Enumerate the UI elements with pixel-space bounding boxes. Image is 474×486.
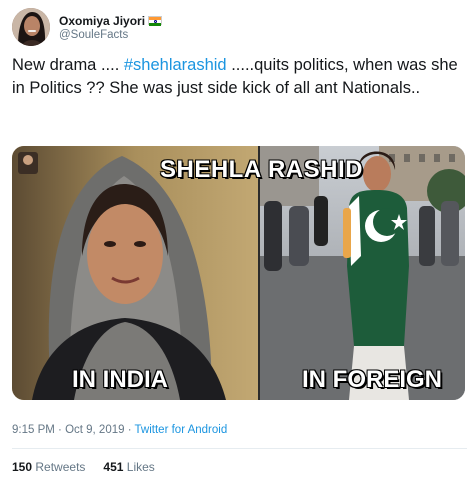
left-photo [12,146,259,400]
media-left-label: IN INDIA [72,366,168,393]
retweets-stat[interactable]: 150 Retweets [12,460,85,474]
meta-dot: · [124,424,135,436]
avatar[interactable] [12,8,50,46]
divider-line [12,448,467,449]
likes-count: 451 [103,460,124,474]
meta-separator: · [54,424,66,436]
tweet-text-before: New drama .... [12,56,124,74]
tweet-text: New drama .... #shehlarashid .....quits … [12,54,467,100]
media-right-label: IN FOREIGN [302,366,443,393]
tweet-time[interactable]: 9:15 PM [12,424,55,436]
right-photo [259,146,465,400]
media-right-panel [259,146,465,400]
media-divider [258,146,260,400]
likes-label: Likes [126,460,155,474]
tweet-stats: 150 Retweets 451 Likes [12,460,173,474]
india-flag-icon [148,16,163,26]
retweets-count: 150 [12,460,33,474]
tweet-media[interactable]: SHEHLA RASHID IN INDIA IN FOREIGN [12,146,465,400]
retweets-label: Retweets [35,460,86,474]
tweet-meta: 9:15 PM · Oct 9, 2019 · Twitter for Andr… [12,424,227,436]
hashtag-link[interactable]: #shehlarashid [124,56,227,74]
tweet-source-link[interactable]: Twitter for Android [135,424,228,436]
display-name[interactable]: Oxomiya Jiyori [59,14,145,28]
name-row: Oxomiya Jiyori [59,14,163,28]
media-title: SHEHLA RASHID [160,156,363,183]
tweet-header: Oxomiya Jiyori @SouleFacts [12,6,163,48]
avatar-image [12,8,50,46]
user-handle[interactable]: @SouleFacts [59,29,162,41]
likes-stat[interactable]: 451 Likes [103,460,154,474]
user-info: Oxomiya Jiyori @SouleFacts [59,14,163,41]
tweet-card: Oxomiya Jiyori @SouleFacts New drama ...… [0,0,474,486]
media-left-panel [12,146,259,400]
tweet-date[interactable]: Oct 9, 2019 [65,424,124,436]
